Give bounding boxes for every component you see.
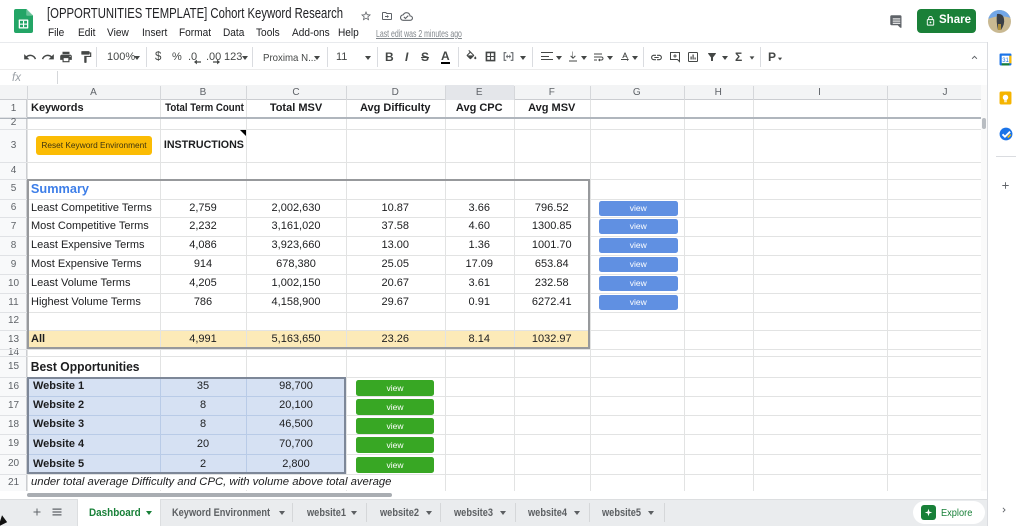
svg-text:31: 31 bbox=[1002, 58, 1009, 64]
